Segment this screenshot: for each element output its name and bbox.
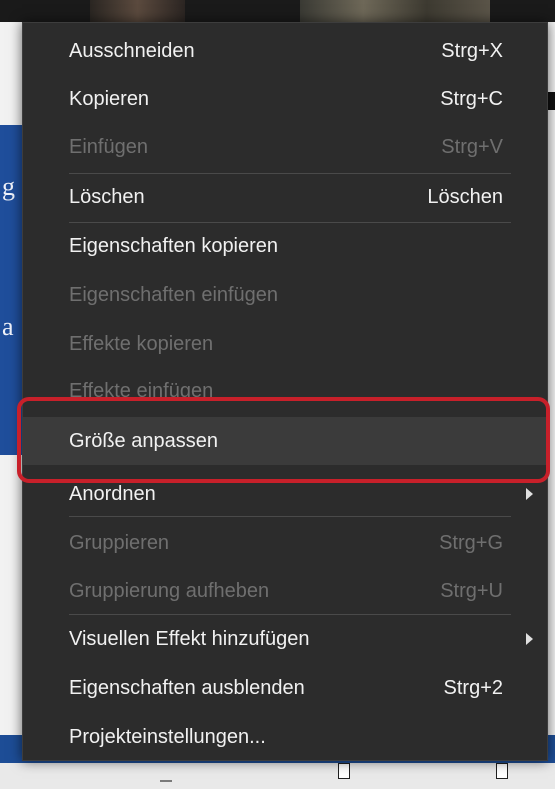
right-canvas-edge <box>548 22 555 762</box>
menu-item-label: Anordnen <box>69 482 156 505</box>
page-icon[interactable] <box>338 763 350 779</box>
menu-item-visuellen-effekt-hinzufuegen[interactable]: Visuellen Effekt hinzufügen <box>23 615 547 663</box>
menu-item-shortcut: Strg+V <box>441 135 503 158</box>
page-icon[interactable] <box>496 763 508 779</box>
top-thumbnail-strip <box>0 0 555 22</box>
submenu-arrow-icon <box>526 488 533 500</box>
menu-item-shortcut: Strg+U <box>440 579 503 602</box>
menu-item-label: Ausschneiden <box>69 39 195 62</box>
right-dark-block <box>548 92 555 110</box>
context-menu: Ausschneiden Strg+X Kopieren Strg+C Einf… <box>22 22 548 761</box>
menu-item-projekteinstellungen[interactable]: Projekteinstellungen... <box>23 713 547 761</box>
menu-item-gruppierung-aufheben: Gruppierung aufheben Strg+U <box>23 567 547 615</box>
side-letter: a <box>2 312 14 341</box>
thumbnail-image <box>300 0 490 22</box>
menu-item-label: Gruppieren <box>69 531 170 554</box>
menu-item-groesse-anpassen[interactable]: Größe anpassen <box>23 417 547 465</box>
menu-item-effekte-kopieren: Effekte kopieren <box>23 320 547 368</box>
menu-item-shortcut: Strg+2 <box>443 676 503 699</box>
menu-item-label: Kopieren <box>69 87 150 110</box>
menu-item-kopieren[interactable]: Kopieren Strg+C <box>23 75 547 123</box>
menu-separator <box>69 516 511 517</box>
menu-item-eigenschaften-kopieren[interactable]: Eigenschaften kopieren <box>23 222 547 270</box>
menu-item-label: Eigenschaften kopieren <box>69 234 279 257</box>
menu-item-gruppieren: Gruppieren Strg+G <box>23 519 547 567</box>
menu-item-label: Löschen <box>69 185 145 208</box>
menu-item-shortcut: Strg+X <box>441 39 503 62</box>
menu-item-label: Projekteinstellungen... <box>69 725 266 748</box>
menu-item-label: Eigenschaften einfügen <box>69 283 279 306</box>
menu-item-shortcut: Strg+G <box>439 531 503 554</box>
menu-item-eigenschaften-ausblenden[interactable]: Eigenschaften ausblenden Strg+2 <box>23 664 547 712</box>
menu-item-label: Effekte kopieren <box>69 332 214 355</box>
scroll-indicator <box>160 780 172 782</box>
submenu-arrow-icon <box>526 633 533 645</box>
thumbnail-image <box>90 0 185 22</box>
menu-item-shortcut: Löschen <box>427 185 503 208</box>
menu-item-label: Visuellen Effekt hinzufügen <box>69 627 310 650</box>
bottom-toolbar <box>0 763 555 789</box>
menu-item-label: Effekte einfügen <box>69 379 214 402</box>
side-letter: g <box>2 172 15 201</box>
menu-item-ausschneiden[interactable]: Ausschneiden Strg+X <box>23 27 547 75</box>
menu-item-effekte-einfuegen: Effekte einfügen <box>23 367 547 415</box>
menu-item-label: Größe anpassen <box>69 429 218 452</box>
menu-item-anordnen[interactable]: Anordnen <box>23 470 547 518</box>
menu-item-einfuegen: Einfügen Strg+V <box>23 123 547 171</box>
menu-item-loeschen[interactable]: Löschen Löschen <box>23 173 547 221</box>
menu-item-label: Einfügen <box>69 135 148 158</box>
menu-item-label: Eigenschaften ausblenden <box>69 676 305 699</box>
menu-item-label: Gruppierung aufheben <box>69 579 270 602</box>
menu-item-shortcut: Strg+C <box>440 87 503 110</box>
menu-item-eigenschaften-einfuegen: Eigenschaften einfügen <box>23 271 547 319</box>
